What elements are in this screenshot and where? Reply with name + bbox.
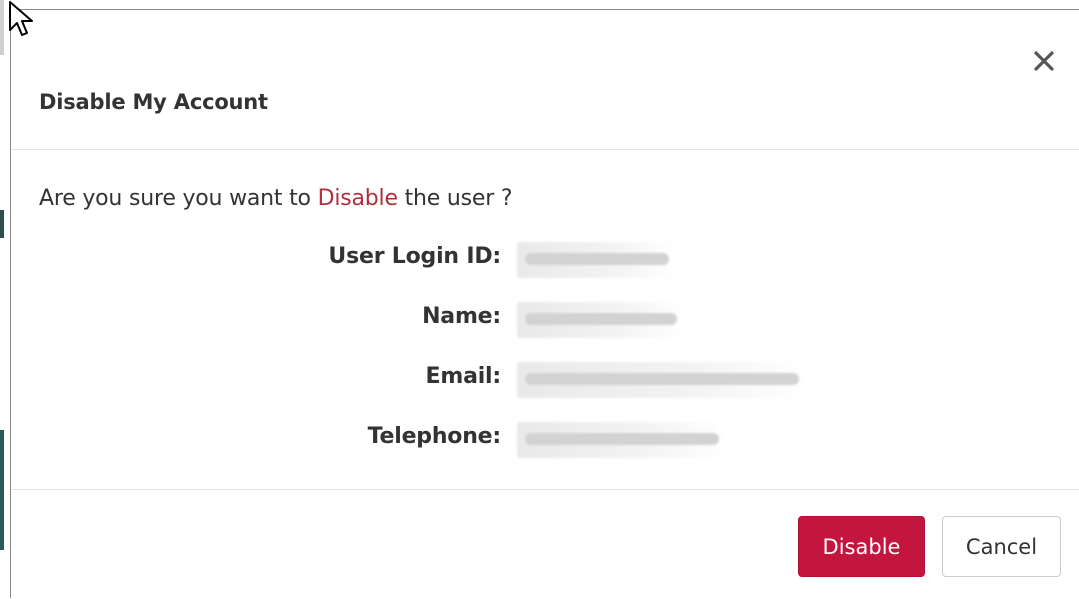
name-label: Name: [422,304,501,329]
page-backdrop [0,0,10,598]
cancel-button[interactable]: Cancel [942,516,1061,577]
detail-row-name: Name: [11,300,1079,340]
telephone-value-redacted [517,422,727,458]
question-suffix: the user ? [397,186,513,211]
disable-button[interactable]: Disable [798,516,925,577]
question-prefix: Are you sure you want to [39,186,318,211]
confirmation-question: Are you sure you want to Disable the use… [39,186,513,211]
disable-account-dialog: Disable My Account Are you sure you want… [10,9,1079,598]
backdrop-edge-mark [0,210,4,238]
user-login-id-label: User Login ID: [328,244,501,269]
detail-row-email: Email: [11,360,1079,400]
backdrop-edge-mark [0,0,4,55]
dialog-body: Are you sure you want to Disable the use… [11,150,1079,490]
dialog-footer: Disable Cancel [11,490,1079,599]
backdrop-edge-mark [0,430,4,550]
mouse-pointer-icon [9,1,33,36]
close-icon [1034,51,1054,71]
detail-row-telephone: Telephone: [11,420,1079,460]
telephone-label: Telephone: [367,424,502,449]
dialog-title: Disable My Account [39,90,268,114]
detail-row-user-login-id: User Login ID: [11,240,1079,280]
dialog-header: Disable My Account [11,10,1079,150]
user-login-id-value-redacted [517,242,677,278]
email-value-redacted [517,362,807,398]
name-value-redacted [517,302,685,338]
close-button[interactable] [1029,46,1059,76]
email-label: Email: [425,364,502,389]
question-action: Disable [317,186,398,211]
